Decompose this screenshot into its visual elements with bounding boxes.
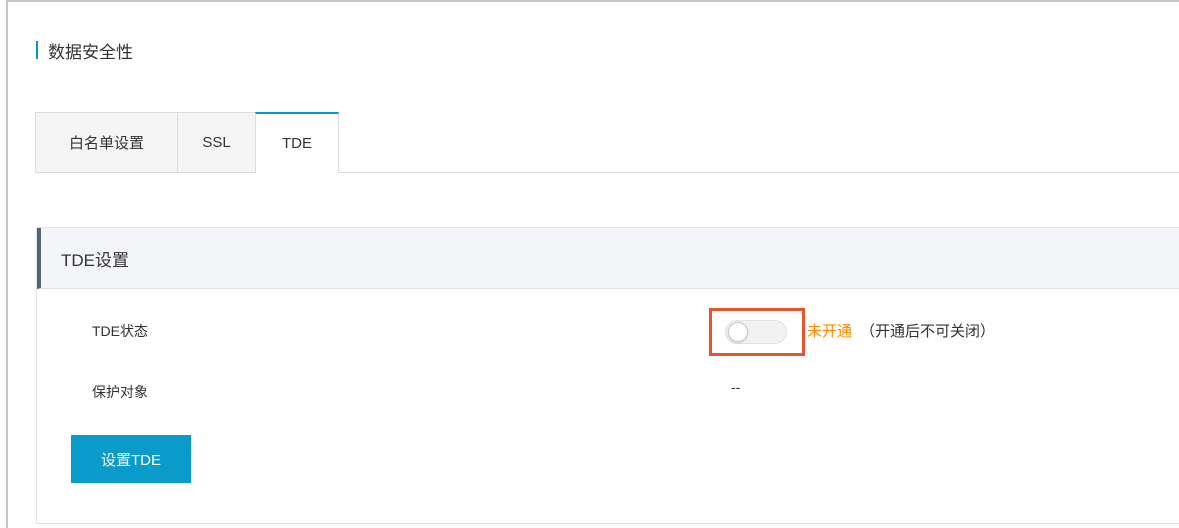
tab-whitelist[interactable]: 白名单设置: [35, 112, 178, 172]
tde-status-value: 未开通: [807, 323, 853, 340]
protected-object-value: --: [731, 379, 741, 395]
tab-tde[interactable]: TDE: [255, 112, 339, 173]
page-title-text: 数据安全性: [48, 42, 133, 62]
tde-settings-panel: TDE设置 TDE状态 未开通 （开通后不可关闭） 保护对象 -- 设置TDE: [36, 227, 1179, 524]
tab-bar: 白名单设置 SSL TDE: [35, 111, 1179, 173]
panel-title: TDE设置: [61, 250, 129, 270]
switch-knob: [728, 322, 748, 342]
set-tde-button[interactable]: 设置TDE: [71, 435, 191, 483]
page-title: 数据安全性: [36, 38, 133, 62]
panel-header: TDE设置: [37, 228, 1179, 289]
tde-toggle-switch[interactable]: [725, 320, 787, 344]
protected-object-label: 保护对象: [92, 384, 148, 400]
tde-status: 未开通 （开通后不可关闭）: [807, 320, 995, 341]
content-frame: 数据安全性 白名单设置 SSL TDE TDE设置 TDE状态 未开通 （开通后不…: [6, 0, 1179, 528]
tde-status-label: TDE状态: [92, 323, 148, 339]
tde-status-note: （开通后不可关闭）: [860, 323, 996, 340]
tab-ssl[interactable]: SSL: [177, 112, 256, 172]
title-accent-bar: [36, 41, 38, 59]
